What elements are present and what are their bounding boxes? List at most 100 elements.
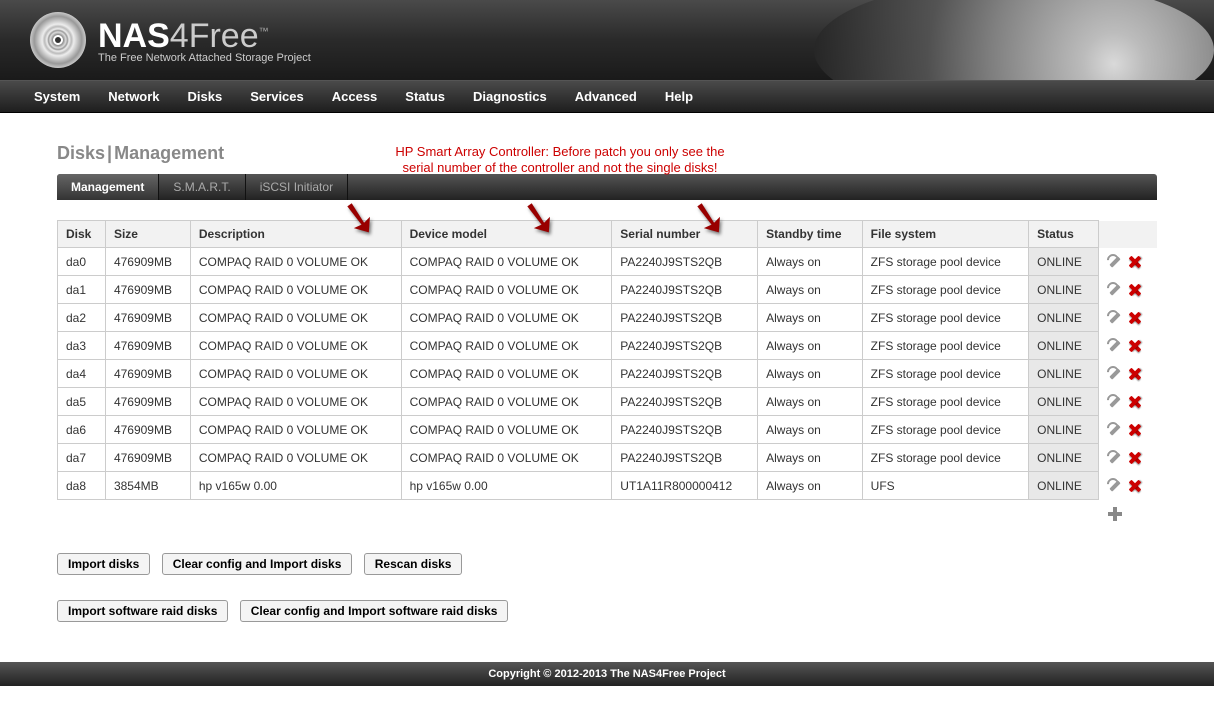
edit-icon[interactable]	[1107, 394, 1123, 410]
cell-size: 476909MB	[105, 360, 190, 388]
cell-status: ONLINE	[1029, 360, 1099, 388]
cell-disk: da2	[58, 304, 106, 332]
table-row: da83854MBhp v165w 0.00hp v165w 0.00UT1A1…	[58, 472, 1157, 500]
cell-desc: COMPAQ RAID 0 VOLUME OK	[190, 248, 401, 276]
delete-icon[interactable]	[1127, 366, 1143, 382]
edit-icon[interactable]	[1107, 366, 1123, 382]
cell-standby: Always on	[758, 332, 863, 360]
delete-icon[interactable]	[1127, 450, 1143, 466]
edit-icon[interactable]	[1107, 478, 1123, 494]
main-nav: SystemNetworkDisksServicesAccessStatusDi…	[0, 80, 1214, 113]
delete-icon[interactable]	[1127, 310, 1143, 326]
delete-icon[interactable]	[1127, 254, 1143, 270]
add-icon[interactable]	[1107, 506, 1123, 522]
delete-icon[interactable]	[1127, 282, 1143, 298]
edit-icon[interactable]	[1107, 338, 1123, 354]
nav-diagnostics[interactable]: Diagnostics	[459, 81, 561, 112]
cell-model: COMPAQ RAID 0 VOLUME OK	[401, 304, 612, 332]
cell-serial: PA2240J9STS2QB	[612, 332, 758, 360]
clear-import-swraid-button[interactable]: Clear config and Import software raid di…	[240, 600, 509, 622]
table-header-row: DiskSizeDescriptionDevice modelSerial nu…	[58, 221, 1157, 248]
edit-icon[interactable]	[1107, 310, 1123, 326]
nav-status[interactable]: Status	[391, 81, 459, 112]
table-body: da0476909MBCOMPAQ RAID 0 VOLUME OKCOMPAQ…	[58, 248, 1157, 528]
delete-icon[interactable]	[1127, 394, 1143, 410]
cell-status: ONLINE	[1029, 276, 1099, 304]
cell-standby: Always on	[758, 360, 863, 388]
import-swraid-button[interactable]: Import software raid disks	[57, 600, 228, 622]
col-device-model: Device model	[401, 221, 612, 248]
brand-thin: 4Free	[170, 17, 259, 55]
add-row	[58, 500, 1157, 528]
nav-services[interactable]: Services	[236, 81, 318, 112]
cell-size: 476909MB	[105, 416, 190, 444]
tab-iscsi-initiator[interactable]: iSCSI Initiator	[246, 174, 348, 200]
delete-icon[interactable]	[1127, 478, 1143, 494]
nav-network[interactable]: Network	[94, 81, 173, 112]
cell-serial: PA2240J9STS2QB	[612, 276, 758, 304]
table-row: da6476909MBCOMPAQ RAID 0 VOLUME OKCOMPAQ…	[58, 416, 1157, 444]
delete-icon[interactable]	[1127, 338, 1143, 354]
edit-icon[interactable]	[1107, 450, 1123, 466]
cell-desc: COMPAQ RAID 0 VOLUME OK	[190, 388, 401, 416]
edit-icon[interactable]	[1107, 254, 1123, 270]
cell-fs: ZFS storage pool device	[862, 332, 1028, 360]
disk-table: DiskSizeDescriptionDevice modelSerial nu…	[57, 220, 1157, 528]
logo-text: NAS4Free™ The Free Network Attached Stor…	[98, 17, 311, 64]
cell-status: ONLINE	[1029, 416, 1099, 444]
cell-fs: ZFS storage pool device	[862, 416, 1028, 444]
cell-size: 476909MB	[105, 388, 190, 416]
cell-size: 476909MB	[105, 276, 190, 304]
cell-desc: COMPAQ RAID 0 VOLUME OK	[190, 304, 401, 332]
cell-serial: PA2240J9STS2QB	[612, 416, 758, 444]
table-row: da2476909MBCOMPAQ RAID 0 VOLUME OKCOMPAQ…	[58, 304, 1157, 332]
import-disks-button[interactable]: Import disks	[57, 553, 150, 575]
cell-status: ONLINE	[1029, 388, 1099, 416]
annotation-text: HP Smart Array Controller: Before patch …	[360, 144, 760, 176]
table-row: da7476909MBCOMPAQ RAID 0 VOLUME OKCOMPAQ…	[58, 444, 1157, 472]
cell-desc: COMPAQ RAID 0 VOLUME OK	[190, 332, 401, 360]
cell-fs: ZFS storage pool device	[862, 248, 1028, 276]
col-description: Description	[190, 221, 401, 248]
nav-help[interactable]: Help	[651, 81, 707, 112]
cell-model: COMPAQ RAID 0 VOLUME OK	[401, 416, 612, 444]
cell-size: 476909MB	[105, 332, 190, 360]
cell-standby: Always on	[758, 304, 863, 332]
cell-fs: ZFS storage pool device	[862, 444, 1028, 472]
col-status: Status	[1029, 221, 1099, 248]
edit-icon[interactable]	[1107, 282, 1123, 298]
cell-model: COMPAQ RAID 0 VOLUME OK	[401, 248, 612, 276]
cell-fs: ZFS storage pool device	[862, 360, 1028, 388]
cell-desc: COMPAQ RAID 0 VOLUME OK	[190, 360, 401, 388]
nav-advanced[interactable]: Advanced	[561, 81, 651, 112]
clear-import-disks-button[interactable]: Clear config and Import disks	[162, 553, 353, 575]
cell-model: COMPAQ RAID 0 VOLUME OK	[401, 276, 612, 304]
col-serial-number: Serial number	[612, 221, 758, 248]
rescan-disks-button[interactable]: Rescan disks	[364, 553, 463, 575]
cell-standby: Always on	[758, 388, 863, 416]
cell-standby: Always on	[758, 276, 863, 304]
edit-icon[interactable]	[1107, 422, 1123, 438]
table-row: da0476909MBCOMPAQ RAID 0 VOLUME OKCOMPAQ…	[58, 248, 1157, 276]
table-row: da5476909MBCOMPAQ RAID 0 VOLUME OKCOMPAQ…	[58, 388, 1157, 416]
logo-icon	[30, 12, 86, 68]
cell-desc: COMPAQ RAID 0 VOLUME OK	[190, 416, 401, 444]
nav-access[interactable]: Access	[318, 81, 392, 112]
delete-icon[interactable]	[1127, 422, 1143, 438]
cell-size: 3854MB	[105, 472, 190, 500]
cell-size: 476909MB	[105, 248, 190, 276]
nav-disks[interactable]: Disks	[174, 81, 237, 112]
table-row: da3476909MBCOMPAQ RAID 0 VOLUME OKCOMPAQ…	[58, 332, 1157, 360]
cell-serial: PA2240J9STS2QB	[612, 248, 758, 276]
cell-serial: PA2240J9STS2QB	[612, 388, 758, 416]
tab-management[interactable]: Management	[57, 174, 159, 200]
cell-disk: da8	[58, 472, 106, 500]
cell-status: ONLINE	[1029, 248, 1099, 276]
tab-nav: ManagementS.M.A.R.T.iSCSI Initiator	[57, 174, 1157, 200]
cell-size: 476909MB	[105, 304, 190, 332]
cell-model: COMPAQ RAID 0 VOLUME OK	[401, 360, 612, 388]
cell-model: COMPAQ RAID 0 VOLUME OK	[401, 332, 612, 360]
tab-s-m-a-r-t-[interactable]: S.M.A.R.T.	[159, 174, 245, 200]
brand-bold: NAS	[98, 17, 170, 55]
nav-system[interactable]: System	[20, 81, 94, 112]
